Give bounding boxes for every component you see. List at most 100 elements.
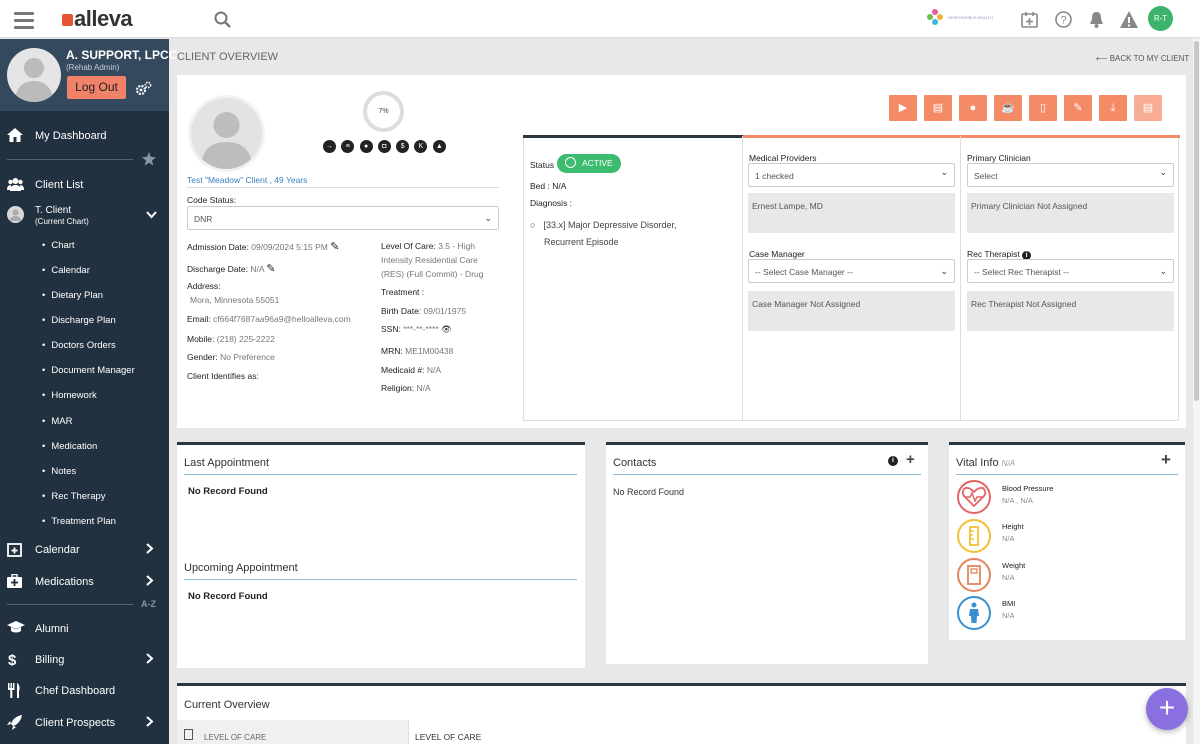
logo[interactable]: alleva: [62, 6, 133, 32]
info-icon[interactable]: i: [888, 456, 898, 466]
back-link[interactable]: ⟵ BACK TO MY CLIENT: [1096, 54, 1189, 63]
sidebar-sub-discharge-plan[interactable]: Discharge Plan: [42, 315, 115, 326]
menu-icon[interactable]: [14, 12, 34, 29]
client-identifies: Client Identifies as:: [187, 371, 259, 381]
case-manager-label: Case Manager: [749, 249, 805, 259]
add-fab-button[interactable]: +: [1146, 688, 1188, 730]
sidebar-item-alumni[interactable]: Alumni: [0, 619, 169, 641]
sidebar: A. SUPPORT, LPCC (Rehab Admin) Log Out M…: [0, 39, 177, 744]
pencil-icon[interactable]: ✎: [330, 241, 339, 253]
appointments-panel: Last Appointment No Record Found Upcomin…: [177, 442, 585, 668]
sidebar-sub-calendar[interactable]: Calendar: [42, 265, 90, 276]
sidebar-item-billing[interactable]: $ Billing: [0, 650, 169, 672]
home-icon: [7, 128, 23, 144]
sidebar-sub-document-manager[interactable]: Document Manager: [42, 365, 134, 376]
case-manager-select[interactable]: -- Select Case Manager -- ⌄: [748, 259, 955, 283]
blank-file-icon[interactable]: ▯: [1029, 95, 1057, 121]
divider: [7, 604, 133, 605]
chevron-down-icon: ⌄: [940, 266, 948, 276]
file-icon[interactable]: ▤: [924, 95, 952, 121]
sidebar-sub-treatment-plan[interactable]: Treatment Plan: [42, 516, 116, 527]
chevron-right-icon: [146, 716, 154, 730]
mobile: Mobile: (218) 225-2222: [187, 334, 275, 344]
sidebar-item-dashboard[interactable]: My Dashboard: [0, 126, 169, 148]
group-icon[interactable]: ●: [959, 95, 987, 121]
sidebar-item-current-client[interactable]: T. Client (Current Chart): [0, 203, 169, 229]
divider: [184, 474, 577, 475]
sidebar-sub-homework[interactable]: Homework: [42, 390, 96, 401]
star-icon[interactable]: [142, 152, 156, 169]
client-name-age[interactable]: Test "Meadow" Client , 49 Years: [187, 175, 307, 185]
chevron-down-icon: ⌄: [1159, 266, 1167, 276]
medical-provider-list: Ernest Lampe, MD: [748, 193, 955, 233]
height-value: N/A: [1002, 534, 1015, 543]
user-box: A. SUPPORT, LPCC (Rehab Admin) Log Out: [0, 39, 177, 111]
diagnosis-label: Diagnosis :: [530, 198, 573, 208]
dollar-circle-icon[interactable]: $: [396, 140, 410, 153]
bmi-label: BMI: [1002, 599, 1016, 608]
warning-icon[interactable]: [1119, 10, 1139, 30]
search-icon[interactable]: [214, 11, 232, 32]
report-icon[interactable]: ▤: [1134, 95, 1162, 121]
bell-icon[interactable]: [1087, 10, 1107, 30]
divider: [960, 136, 961, 421]
primary-clinician-select[interactable]: Select ⌄: [967, 163, 1174, 187]
rec-therapist-select[interactable]: -- Select Rec Therapist -- ⌄: [967, 259, 1174, 283]
add-vital-icon[interactable]: +: [1161, 450, 1171, 470]
az-sort-icon[interactable]: A-Z: [141, 599, 156, 609]
tab-level-of-care[interactable]: LEVEL OF CARE: [177, 720, 409, 744]
k-badge-icon[interactable]: K: [414, 140, 428, 153]
details-panel: Status ACTIVE Bed : N/A Diagnosis : ○ [33…: [523, 135, 1180, 421]
diagnosis-item: ○ [33.x] Major Depressive Disorder, Recurr…: [530, 220, 677, 247]
scrollbar[interactable]: [1193, 39, 1200, 744]
sidebar-item-client-list[interactable]: Client List: [0, 175, 169, 197]
sidebar-item-chef[interactable]: Chef Dashboard: [0, 681, 169, 703]
vitals-panel: Vital Info N/A + Blood Pressure N/A , N/…: [949, 442, 1185, 640]
weight-label: Weight: [1002, 561, 1026, 570]
coffee-icon[interactable]: ☕: [994, 95, 1022, 121]
chevron-down-icon: ⌄: [484, 213, 492, 223]
eye-icon[interactable]: 👁: [441, 324, 452, 334]
blood-pressure-label: Blood Pressure: [1002, 484, 1054, 493]
pencil-icon[interactable]: ✎: [266, 263, 275, 275]
help-icon[interactable]: ?: [1054, 10, 1074, 30]
sign-in-icon[interactable]: →: [323, 140, 336, 153]
client-quick-icons: → ≡ ● ◘ $ K ▲: [323, 140, 451, 153]
logout-button[interactable]: Log Out: [67, 76, 126, 99]
document-icon[interactable]: ≡: [341, 140, 355, 153]
sidebar-sub-chart[interactable]: Chart: [42, 240, 74, 251]
add-contact-icon[interactable]: +: [906, 451, 915, 468]
sidebar-sub-doctors-orders[interactable]: Doctors Orders: [42, 340, 115, 351]
medkit-icon: [7, 573, 23, 590]
user-avatar[interactable]: R-T: [1148, 6, 1173, 31]
contacts-panel: Contacts i + No Record Found: [606, 442, 928, 664]
alert-icon[interactable]: ▲: [432, 140, 446, 153]
client-photo[interactable]: [188, 95, 265, 172]
gender: Gender: No Preference: [187, 352, 275, 362]
sidebar-sub-rec-therapy[interactable]: Rec Therapy: [42, 491, 105, 502]
camera-icon[interactable]: ◘: [377, 140, 391, 153]
sidebar-item-calendar[interactable]: Calendar: [0, 540, 169, 562]
sidebar-sub-mar[interactable]: MAR: [42, 416, 72, 427]
edit-icon[interactable]: ✎: [1064, 95, 1092, 121]
action-toolbar: ▶ ▤ ● ☕ ▯ ✎ ⤓ ▤: [889, 95, 1169, 121]
sidebar-item-prospects[interactable]: Client Prospects: [0, 713, 169, 735]
sidebar-sub-dietary-plan[interactable]: Dietary Plan: [42, 290, 103, 301]
download-icon[interactable]: ⤓: [1099, 95, 1127, 121]
sidebar-sub-notes[interactable]: Notes: [42, 466, 76, 477]
user-lock-icon[interactable]: ●: [359, 140, 373, 153]
current-overview-title: Current Overview: [184, 699, 270, 711]
graduation-cap-icon: [7, 621, 25, 637]
divider: [184, 579, 577, 580]
sidebar-item-medications[interactable]: Medications: [0, 572, 169, 594]
page-title: CLIENT OVERVIEW: [177, 51, 279, 63]
code-status-select[interactable]: DNR ⌄: [187, 206, 499, 230]
settings-icon[interactable]: [135, 81, 152, 100]
arrow-left-icon: ⟵: [1096, 54, 1110, 63]
bed: Bed : N/A: [530, 181, 567, 191]
step-forward-icon[interactable]: ▶: [889, 95, 917, 121]
sidebar-sub-medication[interactable]: Medication: [42, 441, 97, 452]
medical-providers-select[interactable]: 1 checked ⌄: [748, 163, 955, 187]
address-value: Mora, Minnesota 55051: [190, 295, 280, 305]
calendar-add-icon[interactable]: [1020, 10, 1040, 30]
